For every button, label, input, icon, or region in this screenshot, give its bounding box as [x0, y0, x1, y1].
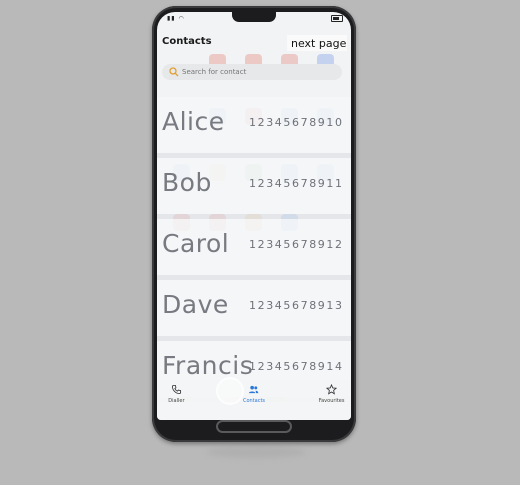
contact-name: Francis	[162, 351, 254, 380]
tab-favourites[interactable]: Favourites	[312, 380, 351, 420]
bottom-tab-bar: Dialler Contacts Favourites	[157, 380, 351, 420]
search-input[interactable]	[182, 68, 332, 76]
next-page-button[interactable]: next page	[287, 35, 347, 51]
contact-row-bob[interactable]: Bob 12345678911	[157, 158, 351, 219]
battery-icon	[331, 15, 343, 22]
contact-name: Dave	[162, 290, 229, 319]
contact-row-carol[interactable]: Carol 12345678912	[157, 219, 351, 280]
page-title: Contacts	[162, 36, 212, 47]
contact-list: Alice 12345678910 Bob 12345678911 Carol …	[157, 97, 351, 402]
gesture-button[interactable]	[216, 377, 244, 405]
contact-name: Carol	[162, 229, 230, 258]
search-icon	[169, 67, 179, 77]
contact-number: 12345678912	[249, 238, 344, 251]
contact-number: 12345678914	[249, 360, 344, 373]
tab-dialler[interactable]: Dialler	[157, 380, 196, 420]
contact-name: Bob	[162, 168, 212, 197]
contact-number: 12345678911	[249, 177, 344, 190]
contact-number: 12345678913	[249, 299, 344, 312]
contact-number: 12345678910	[249, 116, 344, 129]
tab-label: Favourites	[318, 398, 345, 404]
star-icon	[326, 384, 338, 395]
camera-notch	[232, 12, 276, 22]
phone-icon	[171, 384, 181, 395]
people-icon	[249, 385, 259, 394]
contact-name: Alice	[162, 107, 225, 136]
phone-shadow	[206, 446, 306, 458]
signal-icon: ▮▮ ◠	[167, 15, 185, 22]
search-bar[interactable]	[162, 64, 342, 80]
contact-row-dave[interactable]: Dave 12345678913	[157, 280, 351, 341]
tab-label: Contacts	[242, 398, 266, 404]
contact-row-alice[interactable]: Alice 12345678910	[157, 97, 351, 158]
phone-screen: ▮▮ ◠ Contacts next page Alice 1234567891…	[157, 12, 351, 420]
tab-label: Dialler	[168, 398, 185, 404]
home-button[interactable]	[216, 420, 292, 433]
phone-frame: ▮▮ ◠ Contacts next page Alice 1234567891…	[152, 6, 356, 442]
